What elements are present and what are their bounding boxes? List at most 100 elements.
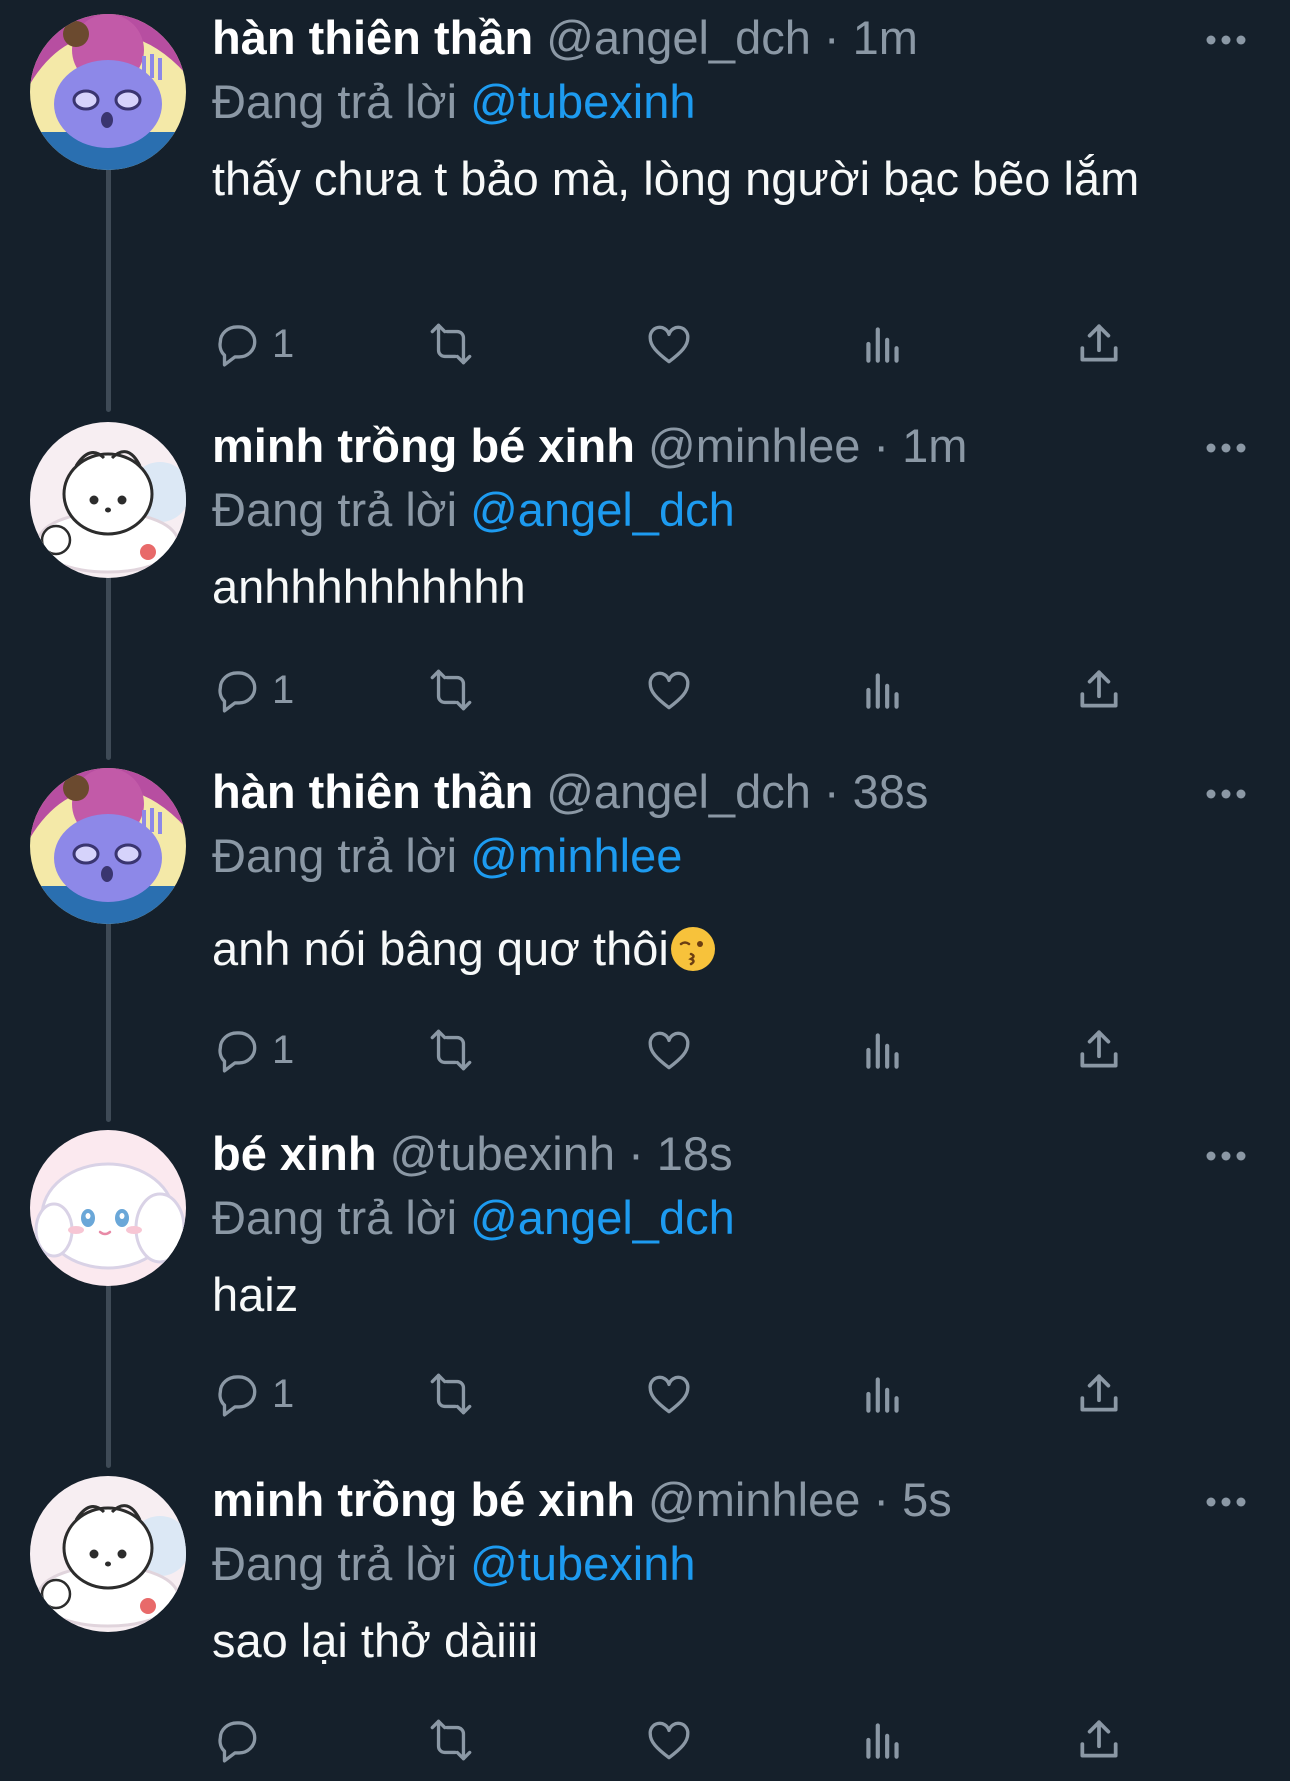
retweet-icon bbox=[430, 1719, 472, 1761]
retweet-icon bbox=[430, 669, 472, 711]
reply-count: 1 bbox=[272, 1027, 295, 1072]
mention-link[interactable]: @tubexinh bbox=[470, 1537, 695, 1590]
display-name[interactable]: hàn thiên thần bbox=[212, 765, 533, 818]
display-name[interactable]: minh trồng bé xinh bbox=[212, 1473, 635, 1526]
reply-button[interactable]: 1 bbox=[212, 1368, 294, 1420]
views-icon bbox=[866, 1377, 899, 1413]
display-name[interactable]: minh trồng bé xinh bbox=[212, 419, 635, 472]
timestamp[interactable]: 18s bbox=[657, 1127, 733, 1180]
views-button[interactable] bbox=[858, 664, 908, 716]
share-icon bbox=[1080, 1030, 1118, 1068]
tweet-content: minh trồng bé xinh @minhlee · 1m Đang tr… bbox=[212, 414, 1192, 618]
tweet-text: anhhhhhhhhhh bbox=[212, 560, 526, 613]
share-button[interactable] bbox=[1074, 664, 1124, 716]
reply-count: 1 bbox=[272, 667, 295, 712]
handle[interactable]: @angel_dch bbox=[546, 765, 811, 818]
heart-icon bbox=[648, 325, 690, 364]
action-bar: 1 bbox=[212, 664, 1118, 716]
share-button[interactable] bbox=[1074, 1368, 1124, 1420]
timestamp[interactable]: 5s bbox=[902, 1473, 952, 1526]
retweet-button[interactable] bbox=[424, 318, 478, 370]
avatar[interactable] bbox=[30, 1476, 186, 1632]
tweet-header: bé xinh @tubexinh · 18s bbox=[212, 1122, 1192, 1186]
kissing-face-emoji bbox=[670, 927, 715, 971]
action-bar: 1 bbox=[212, 1368, 1118, 1420]
timestamp[interactable]: 1m bbox=[853, 11, 918, 64]
mention-link[interactable]: @angel_dch bbox=[470, 1191, 735, 1244]
views-button[interactable] bbox=[858, 1368, 908, 1420]
reply-prefix: Đang trả lời bbox=[212, 1191, 458, 1244]
tweet-content: minh trồng bé xinh @minhlee · 5s Đang tr… bbox=[212, 1468, 1192, 1672]
like-button[interactable] bbox=[644, 664, 694, 716]
like-button[interactable] bbox=[644, 318, 694, 370]
share-button[interactable] bbox=[1074, 1024, 1124, 1076]
more-button[interactable] bbox=[1204, 1492, 1248, 1512]
more-button[interactable] bbox=[1204, 30, 1248, 50]
share-button[interactable] bbox=[1074, 1714, 1124, 1766]
views-button[interactable] bbox=[858, 1714, 908, 1766]
avatar[interactable] bbox=[30, 422, 186, 578]
tweet-header: hàn thiên thần @angel_dch · 1m bbox=[212, 6, 1192, 70]
heart-icon bbox=[648, 1721, 690, 1760]
tweet-header: minh trồng bé xinh @minhlee · 1m bbox=[212, 414, 1192, 478]
views-button[interactable] bbox=[858, 1024, 908, 1076]
views-button[interactable] bbox=[858, 318, 908, 370]
mention-link[interactable]: @minhlee bbox=[470, 829, 682, 882]
like-button[interactable] bbox=[644, 1368, 694, 1420]
views-icon bbox=[866, 673, 899, 709]
separator: · bbox=[860, 1473, 903, 1526]
share-icon bbox=[1080, 670, 1118, 708]
purple-bear-avatar bbox=[30, 14, 186, 170]
purple-bear-avatar bbox=[30, 768, 186, 924]
retweet-icon bbox=[430, 1029, 472, 1071]
action-bar: 1 bbox=[212, 318, 1118, 370]
retweet-button[interactable] bbox=[424, 1714, 478, 1766]
share-icon bbox=[1080, 1374, 1118, 1412]
separator: · bbox=[810, 765, 853, 818]
reply-button[interactable]: 1 bbox=[212, 664, 294, 716]
more-button[interactable] bbox=[1204, 438, 1248, 458]
thread-connector bbox=[106, 168, 111, 412]
heart-icon bbox=[648, 671, 690, 710]
display-name[interactable]: hàn thiên thần bbox=[212, 11, 533, 64]
reply-context: Đang trả lời @angel_dch bbox=[212, 1186, 1192, 1250]
reply-icon bbox=[218, 1375, 257, 1417]
reply-button[interactable] bbox=[212, 1714, 272, 1766]
mention-link[interactable]: @angel_dch bbox=[470, 483, 735, 536]
reply-context: Đang trả lời @minhlee bbox=[212, 824, 1192, 888]
share-button[interactable] bbox=[1074, 318, 1124, 370]
handle[interactable]: @minhlee bbox=[648, 419, 860, 472]
avatar[interactable] bbox=[30, 14, 186, 170]
reply-button[interactable]: 1 bbox=[212, 318, 294, 370]
handle[interactable]: @minhlee bbox=[648, 1473, 860, 1526]
tweet-header: hàn thiên thần @angel_dch · 38s bbox=[212, 760, 1192, 824]
mention-link[interactable]: @tubexinh bbox=[470, 75, 695, 128]
more-button[interactable] bbox=[1204, 1146, 1248, 1166]
reply-prefix: Đang trả lời bbox=[212, 75, 458, 128]
reply-button[interactable]: 1 bbox=[212, 1024, 294, 1076]
retweet-button[interactable] bbox=[424, 664, 478, 716]
retweet-button[interactable] bbox=[424, 1368, 478, 1420]
avatar[interactable] bbox=[30, 768, 186, 924]
timestamp[interactable]: 38s bbox=[853, 765, 929, 818]
tweet-header: minh trồng bé xinh @minhlee · 5s bbox=[212, 1468, 1192, 1532]
timestamp[interactable]: 1m bbox=[902, 419, 967, 472]
like-button[interactable] bbox=[644, 1024, 694, 1076]
display-name[interactable]: bé xinh bbox=[212, 1127, 377, 1180]
retweet-button[interactable] bbox=[424, 1024, 478, 1076]
share-icon bbox=[1080, 324, 1118, 362]
handle[interactable]: @angel_dch bbox=[546, 11, 811, 64]
thread-timeline: hàn thiên thần @angel_dch · 1m Đang trả … bbox=[0, 0, 1290, 1781]
more-button[interactable] bbox=[1204, 784, 1248, 804]
reply-context: Đang trả lời @tubexinh bbox=[212, 1532, 1192, 1596]
white-bunny-avatar bbox=[30, 1130, 186, 1286]
more-icon bbox=[1206, 1151, 1246, 1161]
action-bar bbox=[212, 1714, 1118, 1766]
avatar[interactable] bbox=[30, 1130, 186, 1286]
separator: · bbox=[615, 1127, 657, 1180]
handle[interactable]: @tubexinh bbox=[390, 1127, 615, 1180]
like-button[interactable] bbox=[644, 1714, 694, 1766]
tweet-text: haiz bbox=[212, 1268, 299, 1321]
reply-count: 1 bbox=[272, 1371, 295, 1416]
tweet-text: anh nói bâng quơ thôi bbox=[212, 922, 669, 975]
